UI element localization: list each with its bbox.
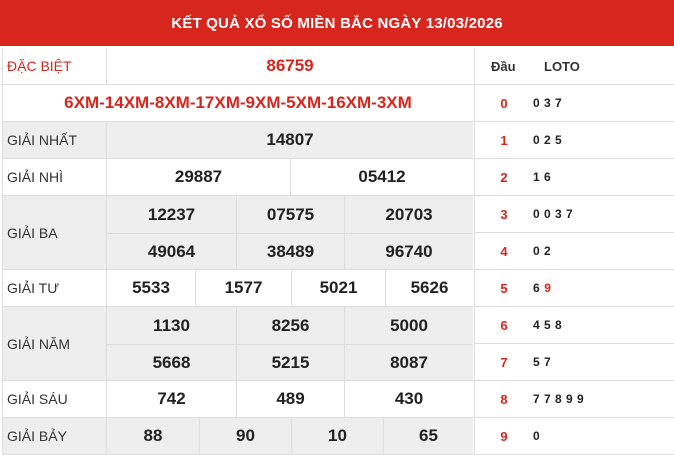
label-third: GIẢI BA <box>3 196 107 269</box>
label-seventh: GIẢI BẢY <box>3 418 107 454</box>
sixth-value: 742 <box>157 389 186 408</box>
loto-tail-values: 0 0 3 7 <box>533 207 574 221</box>
third-value: 96740 <box>344 233 473 269</box>
fourth-value: 1577 <box>195 270 291 306</box>
loto-head-digit: 5 <box>500 280 508 296</box>
loto-head-digit: 9 <box>500 428 508 444</box>
loto-tail-highlight: 9 <box>544 281 552 295</box>
fifth-value: 8087 <box>344 344 473 380</box>
loto-head-digit: 7 <box>500 354 508 370</box>
loto-table: Đầu LOTO 00 3 710 2 521 630 0 3 740 2569… <box>474 48 674 455</box>
label-fourth: GIẢI TƯ <box>3 270 107 306</box>
label-special: ĐẶC BIỆT <box>3 48 107 84</box>
loto-tail-values: 7 7 8 9 9 <box>533 392 585 406</box>
page-title: KẾT QUẢ XỔ SỐ MIỀN BẮC NGÀY 13/03/2026 <box>0 0 674 46</box>
row-sixth: GIẢI SÁU 742 489 430 <box>3 381 473 418</box>
row-codes: 6XM-14XM-8XM-17XM-9XM-5XM-16XM-3XM <box>3 85 473 122</box>
third-value: 38489 <box>236 233 344 269</box>
loto-head-digit: 1 <box>500 132 508 148</box>
fourth-value: 5021 <box>291 270 385 306</box>
row-second: GIẢI NHÌ 29887 05412 <box>3 159 473 196</box>
results-table: ĐẶC BIỆT 86759 6XM-14XM-8XM-17XM-9XM-5XM… <box>2 48 473 455</box>
label-first: GIẢI NHẤT <box>3 122 107 158</box>
second-value: 29887 <box>174 167 223 186</box>
loto-tails: 7 7 8 9 9 <box>533 381 584 417</box>
third-value: 12237 <box>147 204 196 224</box>
loto-row: 5 69 <box>475 270 674 307</box>
loto-tails: 0 2 5 <box>533 122 562 158</box>
loto-header: Đầu LOTO <box>475 48 674 85</box>
row-special: ĐẶC BIỆT 86759 <box>3 48 473 85</box>
seventh-value: 65 <box>383 418 473 454</box>
label-second: GIẢI NHÌ <box>3 159 107 195</box>
label-fifth: GIẢI NĂM <box>3 307 107 380</box>
loto-tail-values: 6 <box>533 281 541 295</box>
loto-head-digit: 3 <box>500 206 508 222</box>
fourth-value: 5626 <box>385 270 473 306</box>
first-value: 14807 <box>266 130 314 149</box>
loto-tail-values: 0 2 5 <box>533 133 563 147</box>
loto-head-digit: 4 <box>500 243 508 259</box>
sixth-value: 489 <box>236 381 344 417</box>
row-first: GIẢI NHẤT 14807 <box>3 122 473 159</box>
sixth-value: 430 <box>344 381 473 417</box>
loto-tail-values: 1 6 <box>533 170 552 184</box>
loto-tails: 0 0 3 7 <box>533 196 573 232</box>
row-fifth: GIẢI NĂM 1130 8256 5000 5668 5215 8087 <box>3 307 473 381</box>
loto-row: 90 <box>475 418 674 455</box>
fifth-value: 8256 <box>236 307 344 344</box>
loto-row: 1 0 2 5 <box>475 122 674 159</box>
fifth-value: 5000 <box>344 307 473 344</box>
loto-tails: 5 7 <box>533 344 551 380</box>
loto-head-digit: 0 <box>500 95 508 111</box>
loto-row: 6 4 5 8 <box>475 307 674 344</box>
loto-row: 0 0 3 7 <box>475 85 674 122</box>
loto-row: 8 7 7 8 9 9 <box>475 381 674 418</box>
loto-tails: 4 5 8 <box>533 307 562 343</box>
fifth-value: 5668 <box>107 344 236 380</box>
third-value: 07575 <box>236 196 344 233</box>
loto-tail-values: 0 2 <box>533 244 552 258</box>
row-seventh: GIẢI BẢY 88 90 10 65 <box>3 418 473 455</box>
loto-tail-values: 4 5 8 <box>533 318 563 332</box>
loto-tails: 0 <box>533 418 540 454</box>
loto-tail-values: 0 3 7 <box>533 96 563 110</box>
row-fourth: GIẢI TƯ 5533 1577 5021 5626 <box>3 270 473 307</box>
third-value: 49064 <box>107 233 236 269</box>
loto-head-digit: 2 <box>500 169 508 185</box>
row-third: GIẢI BA 12237 07575 20703 49064 38489 96… <box>3 196 473 270</box>
loto-head-digit: 8 <box>500 391 508 407</box>
loto-row: 7 5 7 <box>475 344 674 381</box>
loto-row: 3 0 0 3 7 <box>475 196 674 233</box>
label-sixth: GIẢI SÁU <box>3 381 107 417</box>
loto-tail-values: 0 <box>533 429 541 443</box>
loto-head-label: Đầu <box>491 59 516 74</box>
third-value: 20703 <box>344 196 473 233</box>
loto-head-digit: 6 <box>500 317 508 333</box>
loto-row: 4 0 2 <box>475 233 674 270</box>
seventh-value: 90 <box>199 418 291 454</box>
loto-tails: 69 <box>533 270 551 306</box>
loto-tail-label: LOTO <box>544 59 580 74</box>
seventh-value: 88 <box>143 426 163 445</box>
second-value: 05412 <box>290 159 473 195</box>
loto-tail-values: 5 7 <box>533 355 552 369</box>
fifth-value: 5215 <box>236 344 344 380</box>
special-value: 86759 <box>266 56 314 75</box>
loto-row: 2 1 6 <box>475 159 674 196</box>
loto-tails: 1 6 <box>533 159 551 195</box>
fifth-value: 1130 <box>153 315 190 335</box>
special-codes: 6XM-14XM-8XM-17XM-9XM-5XM-16XM-3XM <box>64 93 412 112</box>
loto-tails: 0 3 7 <box>533 85 562 121</box>
loto-tails: 0 2 <box>533 233 551 269</box>
seventh-value: 10 <box>291 418 383 454</box>
fourth-value: 5533 <box>132 278 170 297</box>
